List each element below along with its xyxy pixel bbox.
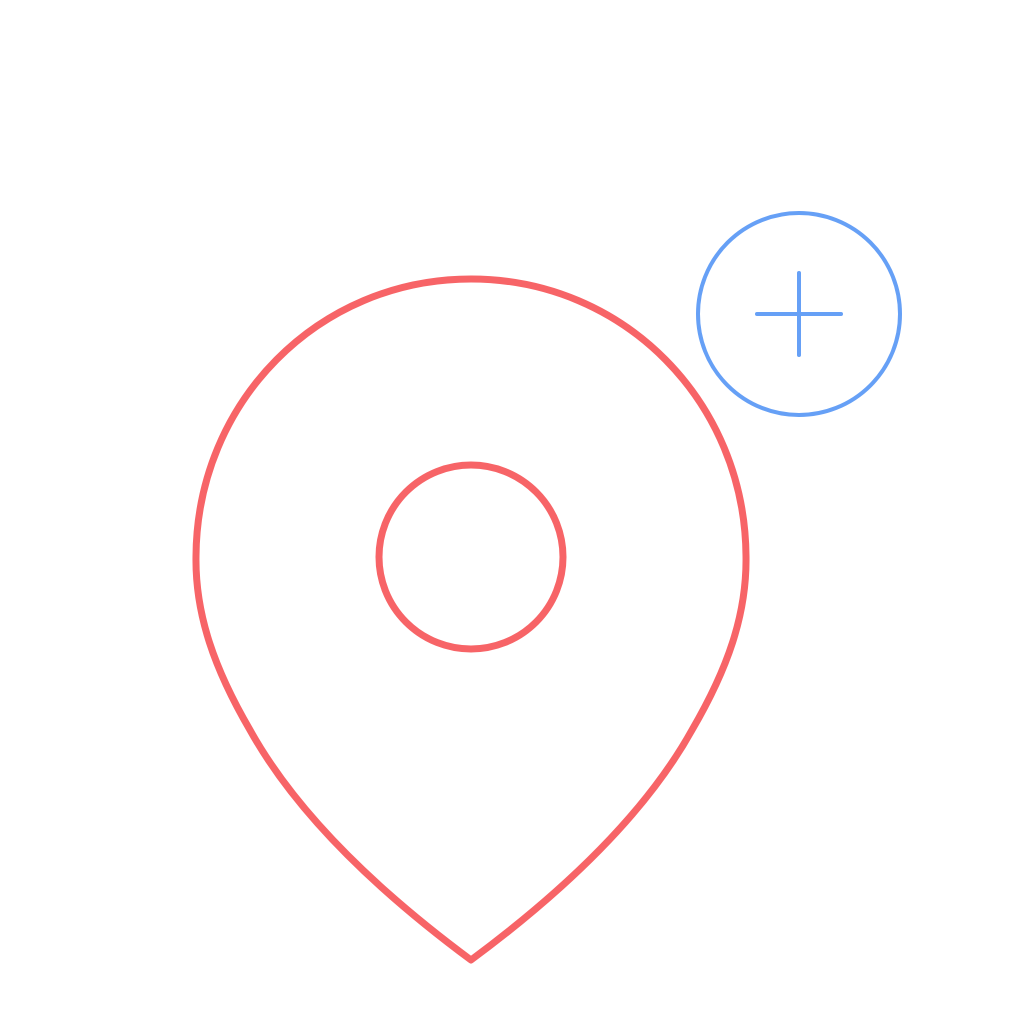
map-pin-icon — [192, 275, 750, 964]
plus-circle-icon[interactable] — [696, 211, 902, 417]
pin-outline — [192, 275, 750, 964]
add-location-icon-canvas — [0, 0, 1024, 1024]
pin-center-circle — [375, 461, 567, 653]
add-location-icon — [192, 211, 902, 964]
